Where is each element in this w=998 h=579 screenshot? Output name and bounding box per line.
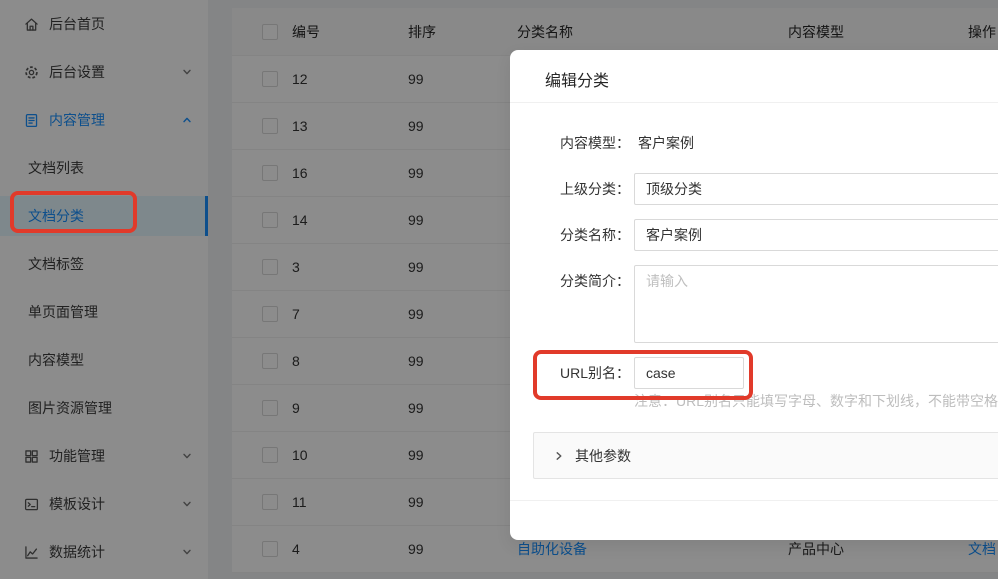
other-params-label: 其他参数: [575, 446, 631, 466]
field-category-name: 分类名称：: [510, 219, 998, 251]
url-alias-note: 注意：URL别名只能填写字母、数字和下划线，不能带空格: [634, 391, 998, 411]
modal-body: 内容模型： 客户案例 上级分类： 分类名称： 分类简介： URL别名： 注意：U…: [510, 103, 998, 479]
content-model-value: 客户案例: [638, 127, 694, 159]
field-parent-category: 上级分类：: [510, 173, 998, 205]
field-category-intro: 分类简介：: [510, 265, 998, 343]
content-model-label: 内容模型：: [510, 127, 630, 159]
field-content-model: 内容模型： 客户案例: [510, 127, 998, 159]
other-params-collapse[interactable]: 其他参数: [533, 432, 998, 479]
chevron-right-icon: [554, 451, 564, 461]
url-alias-input[interactable]: [634, 357, 744, 389]
field-url-alias: URL别名：: [510, 357, 998, 389]
category-intro-textarea[interactable]: [634, 265, 998, 343]
edit-category-modal: 编辑分类 内容模型： 客户案例 上级分类： 分类名称： 分类简介： URL别名：…: [510, 50, 998, 540]
parent-category-label: 上级分类：: [510, 173, 630, 205]
category-name-label: 分类名称：: [510, 219, 630, 251]
modal-footer: [510, 500, 998, 540]
category-intro-label: 分类简介：: [510, 265, 630, 343]
modal-title: 编辑分类: [510, 50, 998, 103]
category-name-input[interactable]: [634, 219, 998, 251]
url-alias-label: URL别名：: [510, 357, 630, 389]
parent-category-select[interactable]: [634, 173, 998, 205]
